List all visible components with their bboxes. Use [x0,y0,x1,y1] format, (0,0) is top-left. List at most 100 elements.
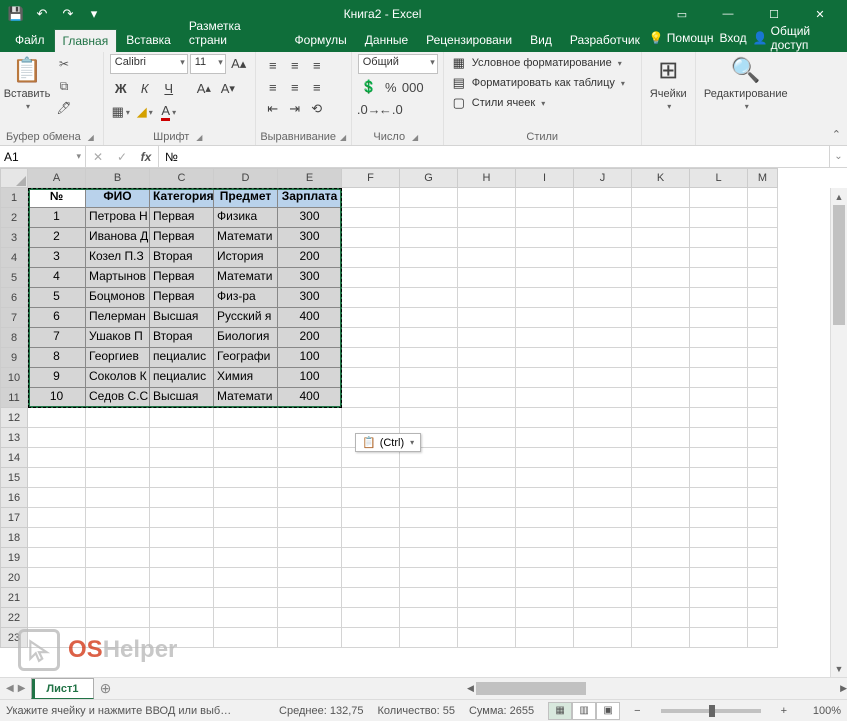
cell[interactable] [150,508,214,528]
vscroll-thumb[interactable] [833,205,845,325]
cell[interactable]: 5 [28,288,86,308]
select-all-button[interactable] [0,168,28,188]
format-as-table-button[interactable]: ▤Форматировать как таблицу▾ [450,74,625,92]
cell[interactable] [400,568,458,588]
cell[interactable] [516,588,574,608]
cell[interactable] [400,608,458,628]
cell[interactable] [150,548,214,568]
cell[interactable]: Соколов К [86,368,150,388]
cell[interactable] [214,608,278,628]
cell[interactable] [632,228,690,248]
collapse-ribbon-button[interactable]: ⌃ [832,128,841,141]
number-format-combo[interactable]: Общий [358,54,438,74]
tab-formulas[interactable]: Формулы [286,28,356,52]
cell[interactable] [690,448,748,468]
cell[interactable] [458,488,516,508]
cancel-formula-button[interactable]: ✕ [86,150,110,164]
column-header[interactable]: D [214,168,278,188]
cell[interactable] [150,448,214,468]
cell[interactable] [516,608,574,628]
cell[interactable] [342,228,400,248]
cell[interactable]: Биология [214,328,278,348]
column-header[interactable]: I [516,168,574,188]
cell[interactable] [214,508,278,528]
cell[interactable]: Первая [150,228,214,248]
cell[interactable] [690,248,748,268]
tab-file[interactable]: Файл [6,28,54,52]
sheet-nav-prev-button[interactable]: ◀ [6,683,14,694]
cell[interactable] [150,468,214,488]
cell[interactable] [632,548,690,568]
cell[interactable] [574,588,632,608]
underline-button[interactable]: Ч [158,77,180,99]
cell[interactable] [342,368,400,388]
cell[interactable]: 400 [278,308,342,328]
cell[interactable] [86,548,150,568]
cell[interactable] [574,188,632,208]
cell[interactable] [748,388,778,408]
cell[interactable] [278,608,342,628]
align-bottom-button[interactable]: ≡ [306,54,328,76]
cell[interactable] [632,368,690,388]
cells-button[interactable]: ⊞Ячейки▾ [648,54,689,111]
cell[interactable] [150,528,214,548]
cell[interactable]: 1 [28,208,86,228]
cell[interactable] [748,548,778,568]
tab-view[interactable]: Вид [521,28,561,52]
cell[interactable] [86,628,150,648]
cell[interactable]: Георгиев [86,348,150,368]
row-header[interactable]: 7 [0,308,28,328]
cell[interactable] [458,348,516,368]
column-header[interactable]: K [632,168,690,188]
cell[interactable] [748,308,778,328]
cell[interactable] [86,488,150,508]
cell[interactable] [86,408,150,428]
cell[interactable] [748,268,778,288]
cell[interactable] [690,328,748,348]
cell[interactable] [400,508,458,528]
cell[interactable] [400,468,458,488]
cell[interactable] [86,468,150,488]
sign-in-link[interactable]: Вход [720,31,747,45]
currency-button[interactable]: 💲 [358,76,380,98]
cell[interactable] [278,528,342,548]
row-header[interactable]: 12 [0,408,28,428]
cell[interactable] [214,568,278,588]
cell[interactable] [342,488,400,508]
save-button[interactable]: 💾 [4,3,28,25]
cell[interactable] [690,228,748,248]
tab-home[interactable]: Главная [54,29,118,52]
cell[interactable] [278,448,342,468]
column-header[interactable]: M [748,168,778,188]
cell[interactable]: 10 [28,388,86,408]
cell[interactable] [632,288,690,308]
cell[interactable] [632,188,690,208]
row-header[interactable]: 11 [0,388,28,408]
cell[interactable]: Седов С.С [86,388,150,408]
cell[interactable] [574,528,632,548]
cell[interactable] [516,468,574,488]
cell[interactable]: Физика [214,208,278,228]
cell[interactable] [632,428,690,448]
cell[interactable] [400,588,458,608]
cell[interactable] [86,588,150,608]
column-header[interactable]: H [458,168,516,188]
cell[interactable]: История [214,248,278,268]
decrease-indent-button[interactable]: ⇤ [262,98,284,120]
expand-formula-bar-button[interactable]: ⌄ [829,146,847,167]
cell[interactable] [400,348,458,368]
cell[interactable] [748,448,778,468]
cell[interactable] [458,228,516,248]
cell[interactable] [342,468,400,488]
tab-page-layout[interactable]: Разметка страни [180,14,286,52]
cell[interactable] [690,568,748,588]
cell[interactable]: 4 [28,268,86,288]
column-header[interactable]: B [86,168,150,188]
row-header[interactable]: 21 [0,588,28,608]
name-box[interactable]: A1 [0,146,86,167]
cell[interactable] [690,308,748,328]
cell[interactable] [28,468,86,488]
cell[interactable] [748,348,778,368]
comma-button[interactable]: 000 [402,76,424,98]
cell[interactable] [400,368,458,388]
